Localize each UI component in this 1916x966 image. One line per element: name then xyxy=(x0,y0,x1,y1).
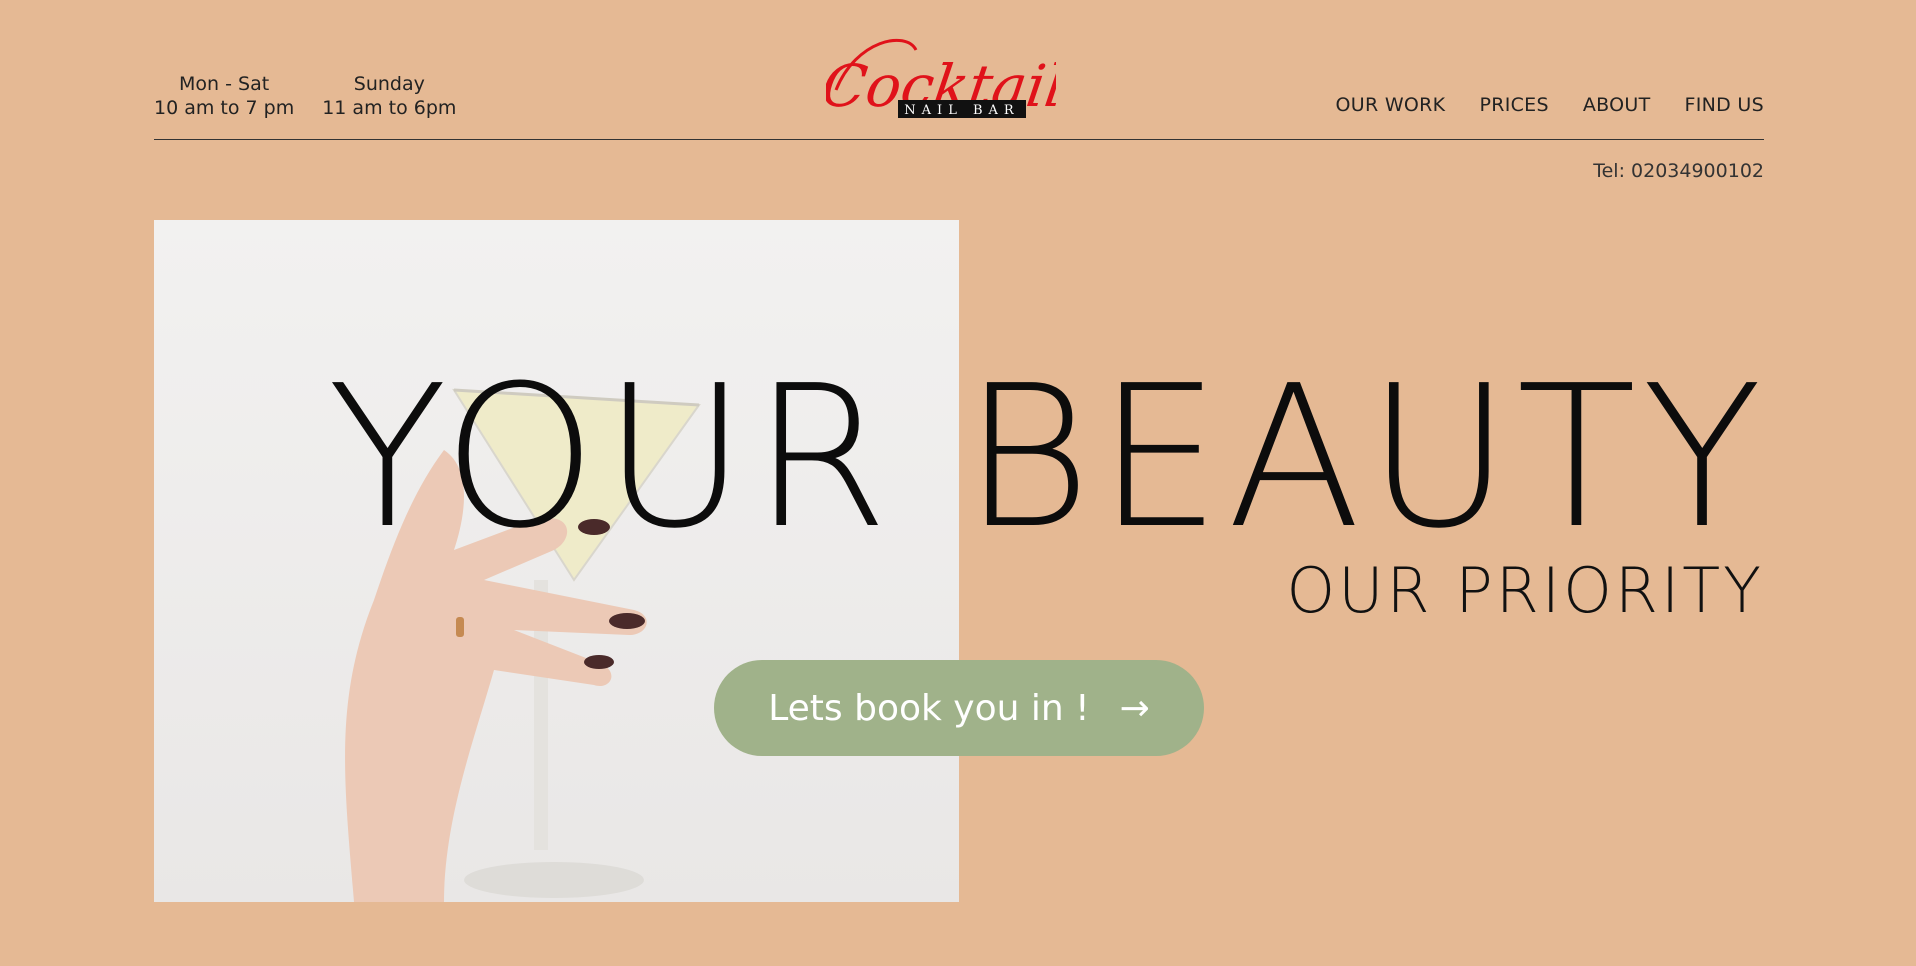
hours-mon-sat: Mon - Sat 10 am to 7 pm xyxy=(154,72,294,120)
hours-days-label: Mon - Sat xyxy=(179,73,270,95)
nav-prices[interactable]: PRICES xyxy=(1479,94,1548,116)
nav-our-work[interactable]: OUR WORK xyxy=(1336,94,1446,116)
book-now-button[interactable]: Lets book you in ! → xyxy=(714,660,1204,756)
book-now-label: Lets book you in ! xyxy=(768,687,1090,729)
arrow-right-icon: → xyxy=(1119,687,1150,729)
hours-time-label: 10 am to 7 pm xyxy=(154,97,295,119)
header-divider xyxy=(154,139,1764,140)
opening-hours: Mon - Sat 10 am to 7 pm Sunday 11 am to … xyxy=(154,72,456,120)
phone-number[interactable]: Tel: 02034900102 xyxy=(1593,160,1764,182)
hours-sunday: Sunday 11 am to 6pm xyxy=(322,72,456,120)
brand-tagline: NAIL BAR xyxy=(904,103,1019,118)
nav-find-us[interactable]: FIND US xyxy=(1685,94,1764,116)
hours-days-label: Sunday xyxy=(353,73,425,95)
hero-subhead: OUR PRIORITY xyxy=(1286,554,1764,627)
hero-headline: YOUR BEAUTY xyxy=(327,344,1768,572)
main-nav: OUR WORK PRICES ABOUT FIND US xyxy=(1336,94,1764,116)
nav-about[interactable]: ABOUT xyxy=(1583,94,1651,116)
brand-logo[interactable]: Cocktail NAIL BAR xyxy=(817,30,1069,130)
hours-time-label: 11 am to 6pm xyxy=(322,97,457,119)
